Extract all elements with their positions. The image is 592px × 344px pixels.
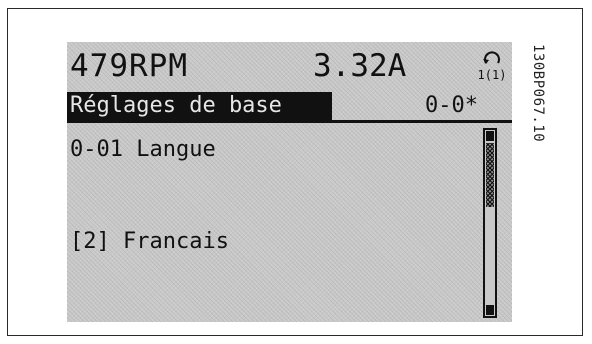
parameter-name: 0-01 Langue [70,137,216,162]
title-divider [67,120,512,123]
group-parameter-code: 0-0* [425,93,478,118]
scroll-down-arrow-icon[interactable] [486,305,494,315]
current-readout: 3.32A [313,48,407,84]
motor-rotation-icon: 1(1) [478,51,507,81]
setup-indicator: 1(1) [478,68,507,81]
speed-readout: 479RPM [70,48,188,84]
parameter-value[interactable]: [2] Francais [70,228,229,256]
scrollbar[interactable] [483,128,497,318]
parameter-group-bar: Réglages de base 0-0* [67,92,512,123]
figure-code-text: 130BP067.10 [530,44,546,143]
figure-code-label: 130BP067.10 [528,44,548,194]
scroll-up-arrow-icon[interactable] [486,131,494,141]
lcd-display: 479RPM 3.32A 1(1) Réglages de base 0-0* … [67,42,512,322]
status-line: 479RPM 3.32A 1(1) [67,42,512,90]
group-title: Réglages de base [70,93,282,118]
group-title-highlight: Réglages de base [67,92,332,120]
scroll-thumb[interactable] [486,143,494,207]
